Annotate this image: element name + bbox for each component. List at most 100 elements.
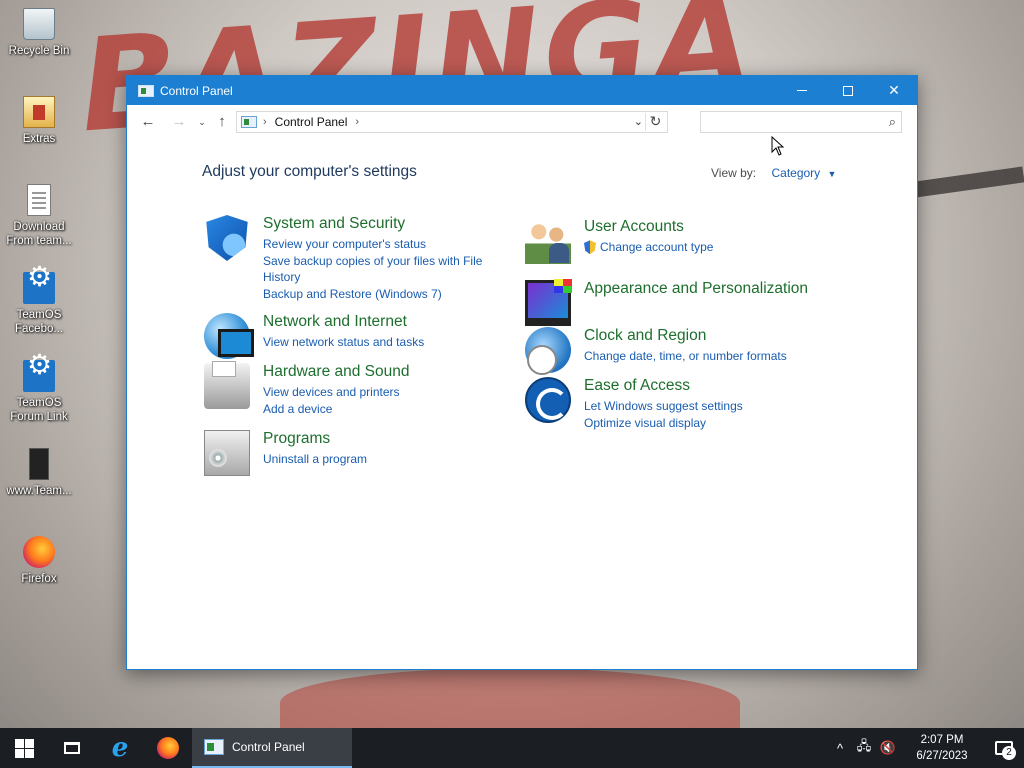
clock-time: 2:07 PM [920, 734, 964, 746]
shield-icon [206, 215, 248, 261]
link-review-status[interactable]: Review your computer's status [263, 236, 493, 253]
desktop-icon-firefox[interactable]: Firefox [4, 536, 74, 586]
category-clock-region: Clock and Region Change date, time, or n… [525, 327, 855, 375]
action-center-button[interactable]: 2 [984, 728, 1024, 768]
category-network-internet: Network and Internet View network status… [204, 313, 504, 359]
desktop-icon-teamos-facebook[interactable]: TeamOS Facebo... [4, 270, 74, 336]
wallpaper-stroke [899, 166, 1024, 200]
notification-count: 2 [1002, 746, 1016, 760]
minimize-button[interactable] [779, 76, 825, 105]
file-icon [29, 448, 49, 480]
close-icon: ✕ [888, 82, 900, 98]
clock-globe-icon [525, 327, 571, 375]
back-button[interactable]: ← [139, 113, 157, 131]
teamos-gear-icon [23, 270, 55, 304]
navigation-bar: ← → ⌄ ↑ › Control Panel › ⌄ ↻ ⌕ [127, 105, 917, 139]
link-date-time-formats[interactable]: Change date, time, or number formats [584, 348, 814, 365]
link-network-status[interactable]: View network status and tasks [263, 334, 493, 351]
link-file-history[interactable]: Save backup copies of your files with Fi… [263, 253, 493, 286]
view-by-dropdown[interactable]: Category [771, 166, 820, 180]
system-tray: ^ 🖧 🔇 2:07 PM 6/27/2023 2 [828, 728, 1024, 768]
breadcrumb-control-panel[interactable]: Control Panel [275, 115, 348, 129]
windows-logo-icon [14, 738, 34, 758]
control-panel-icon [204, 739, 224, 755]
control-panel-icon [138, 84, 154, 97]
chevron-down-icon: ⌄ [198, 117, 206, 127]
recycle-bin-icon [23, 8, 55, 40]
network-globe-icon [204, 313, 254, 359]
link-backup-restore[interactable]: Backup and Restore (Windows 7) [263, 286, 493, 303]
category-title-programs[interactable]: Programs [263, 430, 330, 448]
search-icon[interactable]: ⌕ [889, 114, 896, 130]
desktop-icon-download[interactable]: Download From team... [4, 184, 74, 248]
document-icon [27, 184, 51, 216]
minimize-icon [797, 90, 807, 91]
search-input[interactable] [701, 112, 871, 132]
category-title-clock-region[interactable]: Clock and Region [584, 327, 706, 345]
clock-date: 6/27/2023 [916, 750, 968, 762]
internet-explorer-icon: e [111, 733, 129, 763]
arrow-left-icon: ← [140, 113, 156, 130]
network-icon[interactable]: 🖧 [852, 737, 876, 759]
taskbar-clock[interactable]: 2:07 PM 6/27/2023 [906, 732, 978, 764]
printer-icon [204, 361, 250, 409]
desktop-icon-recycle-bin[interactable]: Recycle Bin [4, 8, 74, 58]
category-title-network[interactable]: Network and Internet [263, 313, 407, 331]
link-devices-printers[interactable]: View devices and printers [263, 384, 493, 401]
arrow-right-icon: → [171, 113, 187, 130]
search-box[interactable]: ⌕ [700, 111, 902, 133]
appearance-monitor-icon [525, 279, 572, 326]
users-icon [525, 218, 571, 264]
up-button[interactable]: ↑ [213, 113, 231, 131]
page-heading: Adjust your computer's settings [202, 163, 417, 180]
taskbar: e Control Panel ^ 🖧 🔇 2:07 PM 6/27/2023 … [0, 728, 1024, 768]
firefox-taskbar-button[interactable] [144, 728, 192, 768]
category-system-security: System and Security Review your computer… [204, 215, 504, 301]
link-suggest-settings[interactable]: Let Windows suggest settings [584, 398, 814, 415]
breadcrumb-separator: › [263, 116, 267, 128]
refresh-button[interactable]: ↻ [645, 113, 665, 131]
firefox-icon [157, 737, 179, 759]
taskbar-control-panel[interactable]: Control Panel [192, 728, 352, 768]
control-panel-icon [241, 116, 257, 128]
internet-explorer-button[interactable]: e [96, 728, 144, 768]
link-add-device[interactable]: Add a device [263, 401, 493, 418]
chevron-up-icon[interactable]: ^ [828, 741, 852, 756]
category-title-ease-of-access[interactable]: Ease of Access [584, 377, 690, 395]
link-uninstall-program[interactable]: Uninstall a program [263, 451, 493, 468]
desktop-icon-extras[interactable]: Extras [4, 96, 74, 146]
view-by: View by: Category ▼ [711, 166, 836, 180]
category-title-system-security[interactable]: System and Security [263, 215, 405, 233]
recent-locations-button[interactable]: ⌄ [193, 113, 211, 131]
arrow-up-icon: ↑ [218, 113, 226, 130]
firefox-icon [23, 536, 55, 568]
address-bar[interactable]: › Control Panel › ⌄ ↻ [236, 111, 668, 133]
title-bar[interactable]: Control Panel ✕ [127, 76, 917, 105]
main-content: Adjust your computer's settings View by:… [127, 139, 917, 669]
category-title-appearance[interactable]: Appearance and Personalization [584, 280, 808, 298]
maximize-icon [843, 85, 853, 96]
maximize-button[interactable] [825, 76, 871, 105]
window-title: Control Panel [160, 83, 233, 98]
desktop-icon-teamos-forum[interactable]: TeamOS Forum Link [4, 358, 74, 424]
task-view-button[interactable] [48, 728, 96, 768]
refresh-icon: ↻ [649, 113, 662, 129]
forward-button[interactable]: → [170, 113, 188, 131]
category-title-hardware[interactable]: Hardware and Sound [263, 363, 410, 381]
programs-icon [204, 430, 250, 476]
category-ease-of-access: Ease of Access Let Windows suggest setti… [525, 377, 855, 430]
category-appearance: Appearance and Personalization [525, 279, 855, 326]
control-panel-window: Control Panel ✕ ← → ⌄ ↑ › Control Panel … [126, 75, 918, 670]
link-change-account-type[interactable]: Change account type [584, 239, 814, 256]
category-title-user-accounts[interactable]: User Accounts [584, 218, 684, 236]
address-dropdown-icon[interactable]: ⌄ [634, 115, 643, 128]
link-optimize-display[interactable]: Optimize visual display [584, 415, 814, 432]
start-button[interactable] [0, 728, 48, 768]
volume-muted-icon[interactable]: 🔇 [876, 740, 900, 756]
close-button[interactable]: ✕ [871, 76, 917, 105]
desktop-icon-www-team[interactable]: www.Team... [4, 448, 74, 498]
breadcrumb-separator[interactable]: › [355, 116, 359, 128]
category-programs: Programs Uninstall a program [204, 430, 504, 476]
caret-down-icon[interactable]: ▼ [828, 169, 837, 179]
view-by-label: View by: [711, 166, 757, 180]
